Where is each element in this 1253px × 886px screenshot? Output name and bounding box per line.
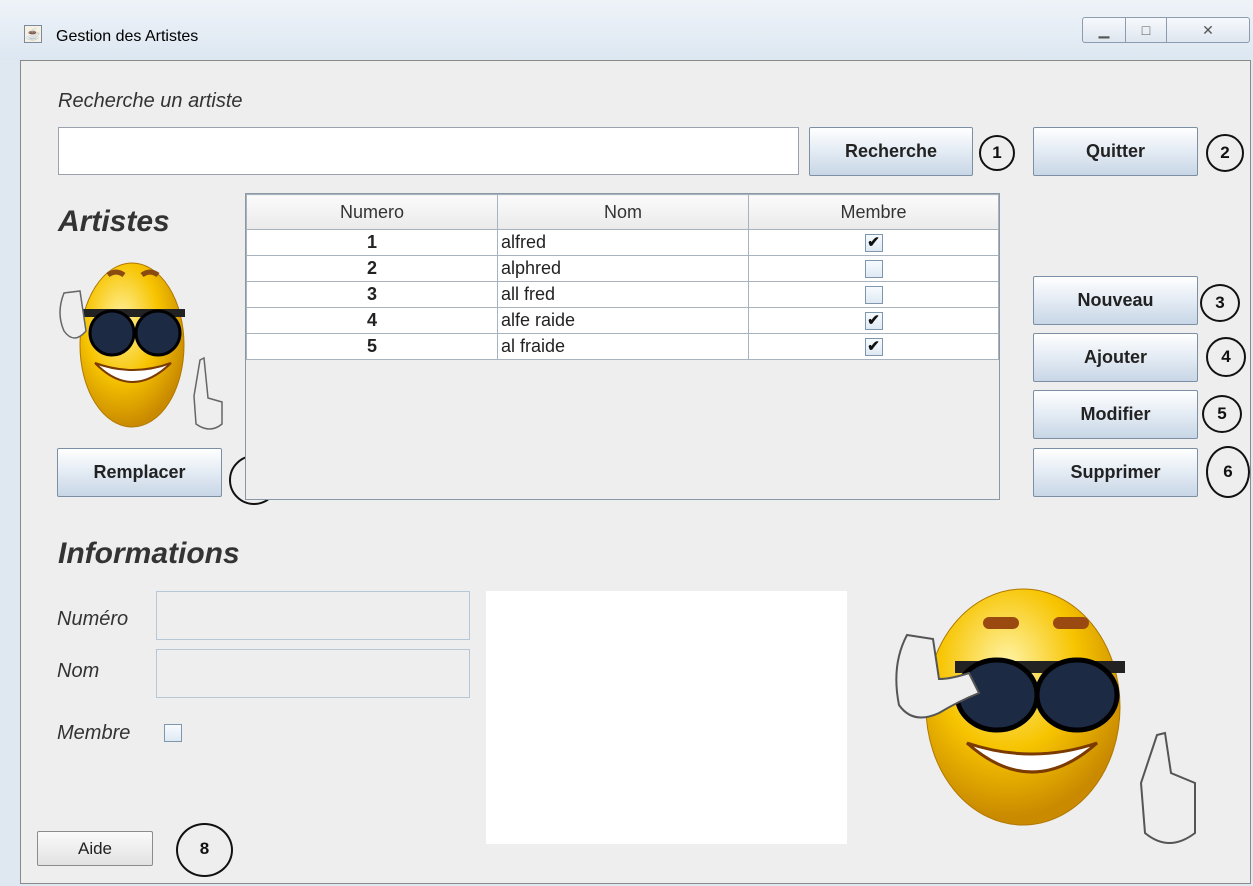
membre-checkbox[interactable]: [864, 260, 883, 279]
close-button[interactable]: ✕: [1166, 17, 1250, 43]
cell-nom: alfe raide: [497, 307, 749, 334]
callout-5: 5: [1202, 395, 1242, 433]
cell-nom: al fraide: [497, 333, 749, 360]
quit-button[interactable]: Quitter: [1033, 127, 1198, 176]
delete-button[interactable]: Supprimer: [1033, 448, 1198, 497]
callout-1: 1: [979, 135, 1015, 171]
help-button[interactable]: Aide: [37, 831, 153, 866]
table-row[interactable]: 3 all fred: [246, 281, 999, 308]
column-header-numero[interactable]: Numero: [246, 194, 498, 230]
cell-numero: 5: [246, 333, 498, 360]
numero-label: Numéro: [57, 608, 129, 630]
membre-checkbox[interactable]: ✔: [864, 312, 883, 331]
cell-numero: 4: [246, 307, 498, 334]
cell-nom: all fred: [497, 281, 749, 308]
callout-6: 6: [1206, 446, 1250, 498]
column-header-membre[interactable]: Membre: [748, 194, 999, 230]
search-input[interactable]: [58, 127, 799, 175]
table-row[interactable]: 4 alfe raide ✔: [246, 307, 999, 334]
membre-checkbox[interactable]: ✔: [864, 234, 883, 253]
table-row[interactable]: 2 alphred: [246, 255, 999, 282]
membre-checkbox[interactable]: ✔: [864, 338, 883, 357]
table-row[interactable]: 1 alfred ✔: [246, 229, 999, 256]
new-button[interactable]: Nouveau: [1033, 276, 1198, 325]
numero-field[interactable]: [156, 591, 470, 640]
java-app-icon: ☕: [24, 25, 42, 43]
window-title: Gestion des Artistes: [56, 28, 199, 45]
artists-table[interactable]: Numero Nom Membre 1 alfred ✔ 2 alphred 3…: [245, 193, 1000, 500]
cell-nom: alphred: [497, 255, 749, 282]
membre-checkbox[interactable]: [864, 286, 883, 305]
column-header-nom[interactable]: Nom: [497, 194, 749, 230]
cell-numero: 3: [246, 281, 498, 308]
callout-3: 3: [1200, 284, 1240, 322]
cell-numero: 2: [246, 255, 498, 282]
search-label: Recherche un artiste: [58, 90, 243, 112]
window-controls: ▁ □ ✕: [1082, 17, 1250, 43]
modify-button[interactable]: Modifier: [1033, 390, 1198, 439]
nom-label: Nom: [57, 660, 100, 682]
membre-checkbox-info[interactable]: [164, 724, 182, 742]
artists-heading: Artistes: [58, 205, 170, 238]
callout-2: 2: [1206, 134, 1244, 172]
nom-field[interactable]: [156, 649, 470, 698]
table-header-row: Numero Nom Membre: [246, 194, 999, 230]
smiley-sunglasses-large-image: [895, 588, 1196, 844]
cell-nom: alfred: [497, 229, 749, 256]
search-button[interactable]: Recherche: [809, 127, 973, 176]
cell-numero: 1: [246, 229, 498, 256]
membre-label: Membre: [57, 722, 131, 744]
maximize-button[interactable]: □: [1125, 17, 1167, 43]
details-panel: [486, 591, 847, 844]
callout-4: 4: [1206, 337, 1246, 377]
replace-button[interactable]: Remplacer: [57, 448, 222, 497]
add-button[interactable]: Ajouter: [1033, 333, 1198, 382]
callout-8: 8: [176, 823, 233, 877]
informations-heading: Informations: [58, 537, 240, 570]
table-row[interactable]: 5 al fraide ✔: [246, 333, 999, 360]
minimize-button[interactable]: ▁: [1082, 17, 1126, 43]
smiley-sunglasses-image: [59, 262, 223, 430]
